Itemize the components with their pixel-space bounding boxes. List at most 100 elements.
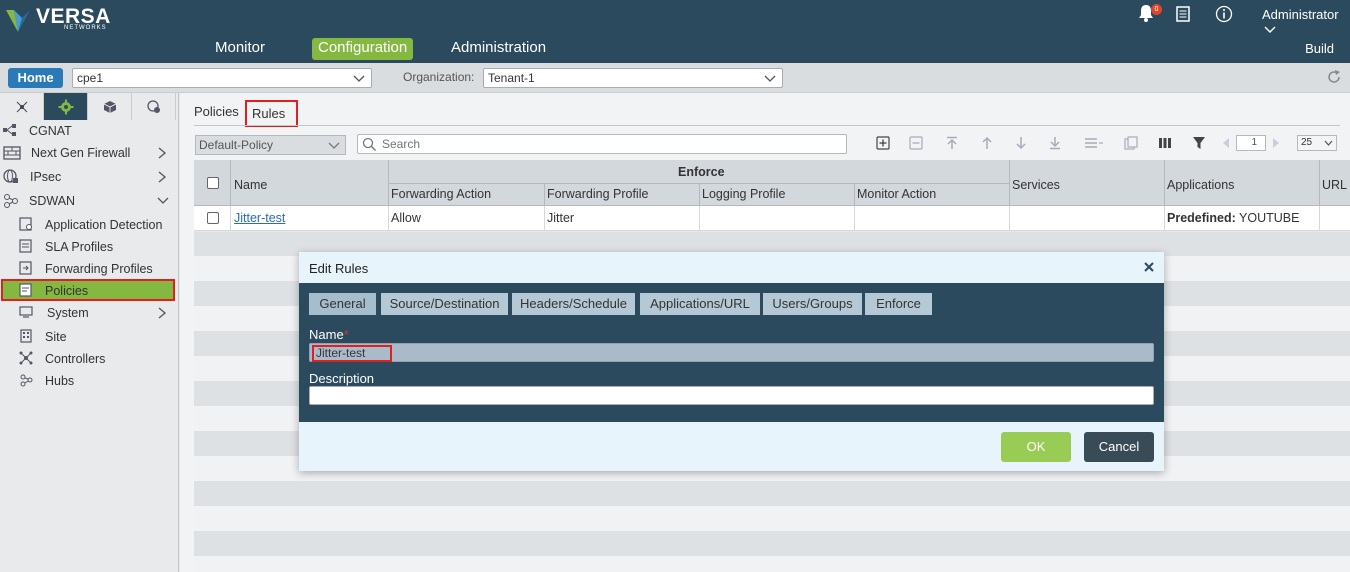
versa-logo[interactable]: VERSA [6,6,111,36]
move-top-button[interactable] [943,134,961,152]
search-box[interactable] [357,134,847,154]
user-menu[interactable]: Administrator [1262,7,1350,37]
description-input[interactable] [309,386,1154,405]
organization-select[interactable]: Tenant-1 [483,68,783,88]
sidebar-tab-objects[interactable] [88,93,132,120]
home-button[interactable]: Home [8,68,63,88]
ok-button[interactable]: OK [1001,432,1071,462]
nav-administration[interactable]: Administration [445,38,552,60]
sidebar-item-policies[interactable]: Policies [1,279,175,301]
dialog-footer: OK Cancel [299,422,1164,471]
chevron-right-icon [158,171,167,183]
move-up-button[interactable] [978,134,996,152]
ipsec-globe-icon [3,169,18,183]
tab-policies[interactable]: Policies [194,104,239,119]
settings-globe-icon [146,99,160,113]
document-icon[interactable] [1176,6,1190,25]
tab-applications-url[interactable]: Applications/URL [640,293,760,315]
dialog-header: Edit Rules [299,252,1164,283]
organization-select-value: Tenant-1 [488,71,535,85]
sidebar-item-sla-profiles[interactable]: SLA Profiles [0,236,179,258]
policy-select-value: Default-Policy [199,138,274,152]
sidebar-item-system[interactable]: System [0,302,179,324]
policy-select[interactable]: Default-Policy [195,135,346,155]
move-bottom-button[interactable] [1046,134,1064,152]
name-input[interactable]: Jitter-test [312,345,392,362]
columns-button[interactable] [1156,134,1174,152]
header-forwarding-profile[interactable]: Forwarding Profile [547,187,648,201]
sidebar-tab-services[interactable] [44,93,88,120]
filter-button[interactable] [1190,134,1208,152]
previous-page-button[interactable] [1220,134,1232,152]
application-detection-icon [19,217,32,231]
site-icon [20,329,32,343]
column-divider [1319,206,1320,231]
nav-monitor[interactable]: Monitor [209,38,271,60]
sidebar-item-hubs[interactable]: Hubs [0,370,179,392]
sidebar-item-forwarding-profiles[interactable]: Forwarding Profiles [0,258,179,280]
add-button[interactable] [874,134,892,152]
move-down-button[interactable] [1012,134,1030,152]
header-monitor-action[interactable]: Monitor Action [857,187,936,201]
tab-rules[interactable]: Rules [245,100,298,127]
select-all-checkbox[interactable] [207,177,219,189]
tab-headers-schedule[interactable]: Headers/Schedule [512,293,635,315]
header-url[interactable]: URL [1322,178,1347,192]
required-marker: * [343,327,349,342]
refresh-icon[interactable] [1326,69,1342,88]
clone-icon [1124,136,1138,150]
search-input[interactable] [382,137,842,151]
close-button[interactable] [1142,260,1156,274]
tab-users-groups[interactable]: Users/Groups [763,293,862,315]
sidebar-tab-others[interactable] [132,93,176,120]
tab-enforce[interactable]: Enforce [865,293,932,315]
sidebar-item-label: CGNAT [29,124,72,138]
per-page-select[interactable]: 25 [1297,135,1337,151]
build-link[interactable]: Build [1305,41,1334,56]
tab-source-destination[interactable]: Source/Destination [381,293,508,315]
column-divider [1009,160,1010,206]
cancel-button[interactable]: Cancel [1084,432,1154,462]
header-logging-profile[interactable]: Logging Profile [702,187,785,201]
sidebar-item-site[interactable]: Site [0,326,179,348]
row-checkbox[interactable] [207,212,219,224]
next-page-button[interactable] [1270,134,1282,152]
nav-configuration[interactable]: Configuration [312,38,414,60]
chevron-right-icon [158,307,167,319]
sidebar-item-application-detection[interactable]: Application Detection [0,214,179,236]
column-divider [1164,206,1165,231]
name-label-text: Name [309,327,344,342]
column-divider [388,206,389,231]
sdwan-icon [4,194,18,208]
clone-button[interactable] [1122,134,1140,152]
bulk-action-button[interactable] [1083,134,1105,152]
info-icon[interactable] [1215,5,1233,26]
remove-button[interactable] [907,134,925,152]
header-applications[interactable]: Applications [1167,178,1234,192]
sidebar-item-label: Policies [45,284,89,298]
sidebar-item-sdwan[interactable]: SDWAN [0,190,179,212]
sidebar-tab-network[interactable] [0,93,44,120]
column-divider [1319,160,1320,206]
header-services[interactable]: Services [1012,178,1060,192]
sidebar-item-ipsec[interactable]: IPsec [0,166,179,188]
column-divider [1009,206,1010,231]
rule-name-link[interactable]: Jitter-test [234,211,285,225]
device-select[interactable]: cpe1 [72,68,372,88]
sidebar-item-cgnat[interactable]: CGNAT [0,120,179,142]
tab-general[interactable]: General [309,293,376,315]
header-name[interactable]: Name [234,178,267,192]
sidebar-tabs [0,93,178,120]
description-label: Description [309,371,375,386]
sidebar-item-label: Controllers [45,352,106,366]
sidebar-item-controllers[interactable]: Controllers [0,348,179,370]
sidebar-item-label: System [47,306,89,320]
name-field[interactable]: Jitter-test [309,343,1154,362]
chevron-down-icon [157,197,169,204]
header-forwarding-action[interactable]: Forwarding Action [391,187,491,201]
column-divider [230,160,231,206]
table-row[interactable]: Jitter-test Allow Jitter Predefined: YOU… [194,206,1350,231]
page-number-input[interactable]: 1 [1236,135,1266,151]
sidebar-item-next-gen-firewall[interactable]: Next Gen Firewall [0,142,179,164]
network-icon [16,101,27,112]
